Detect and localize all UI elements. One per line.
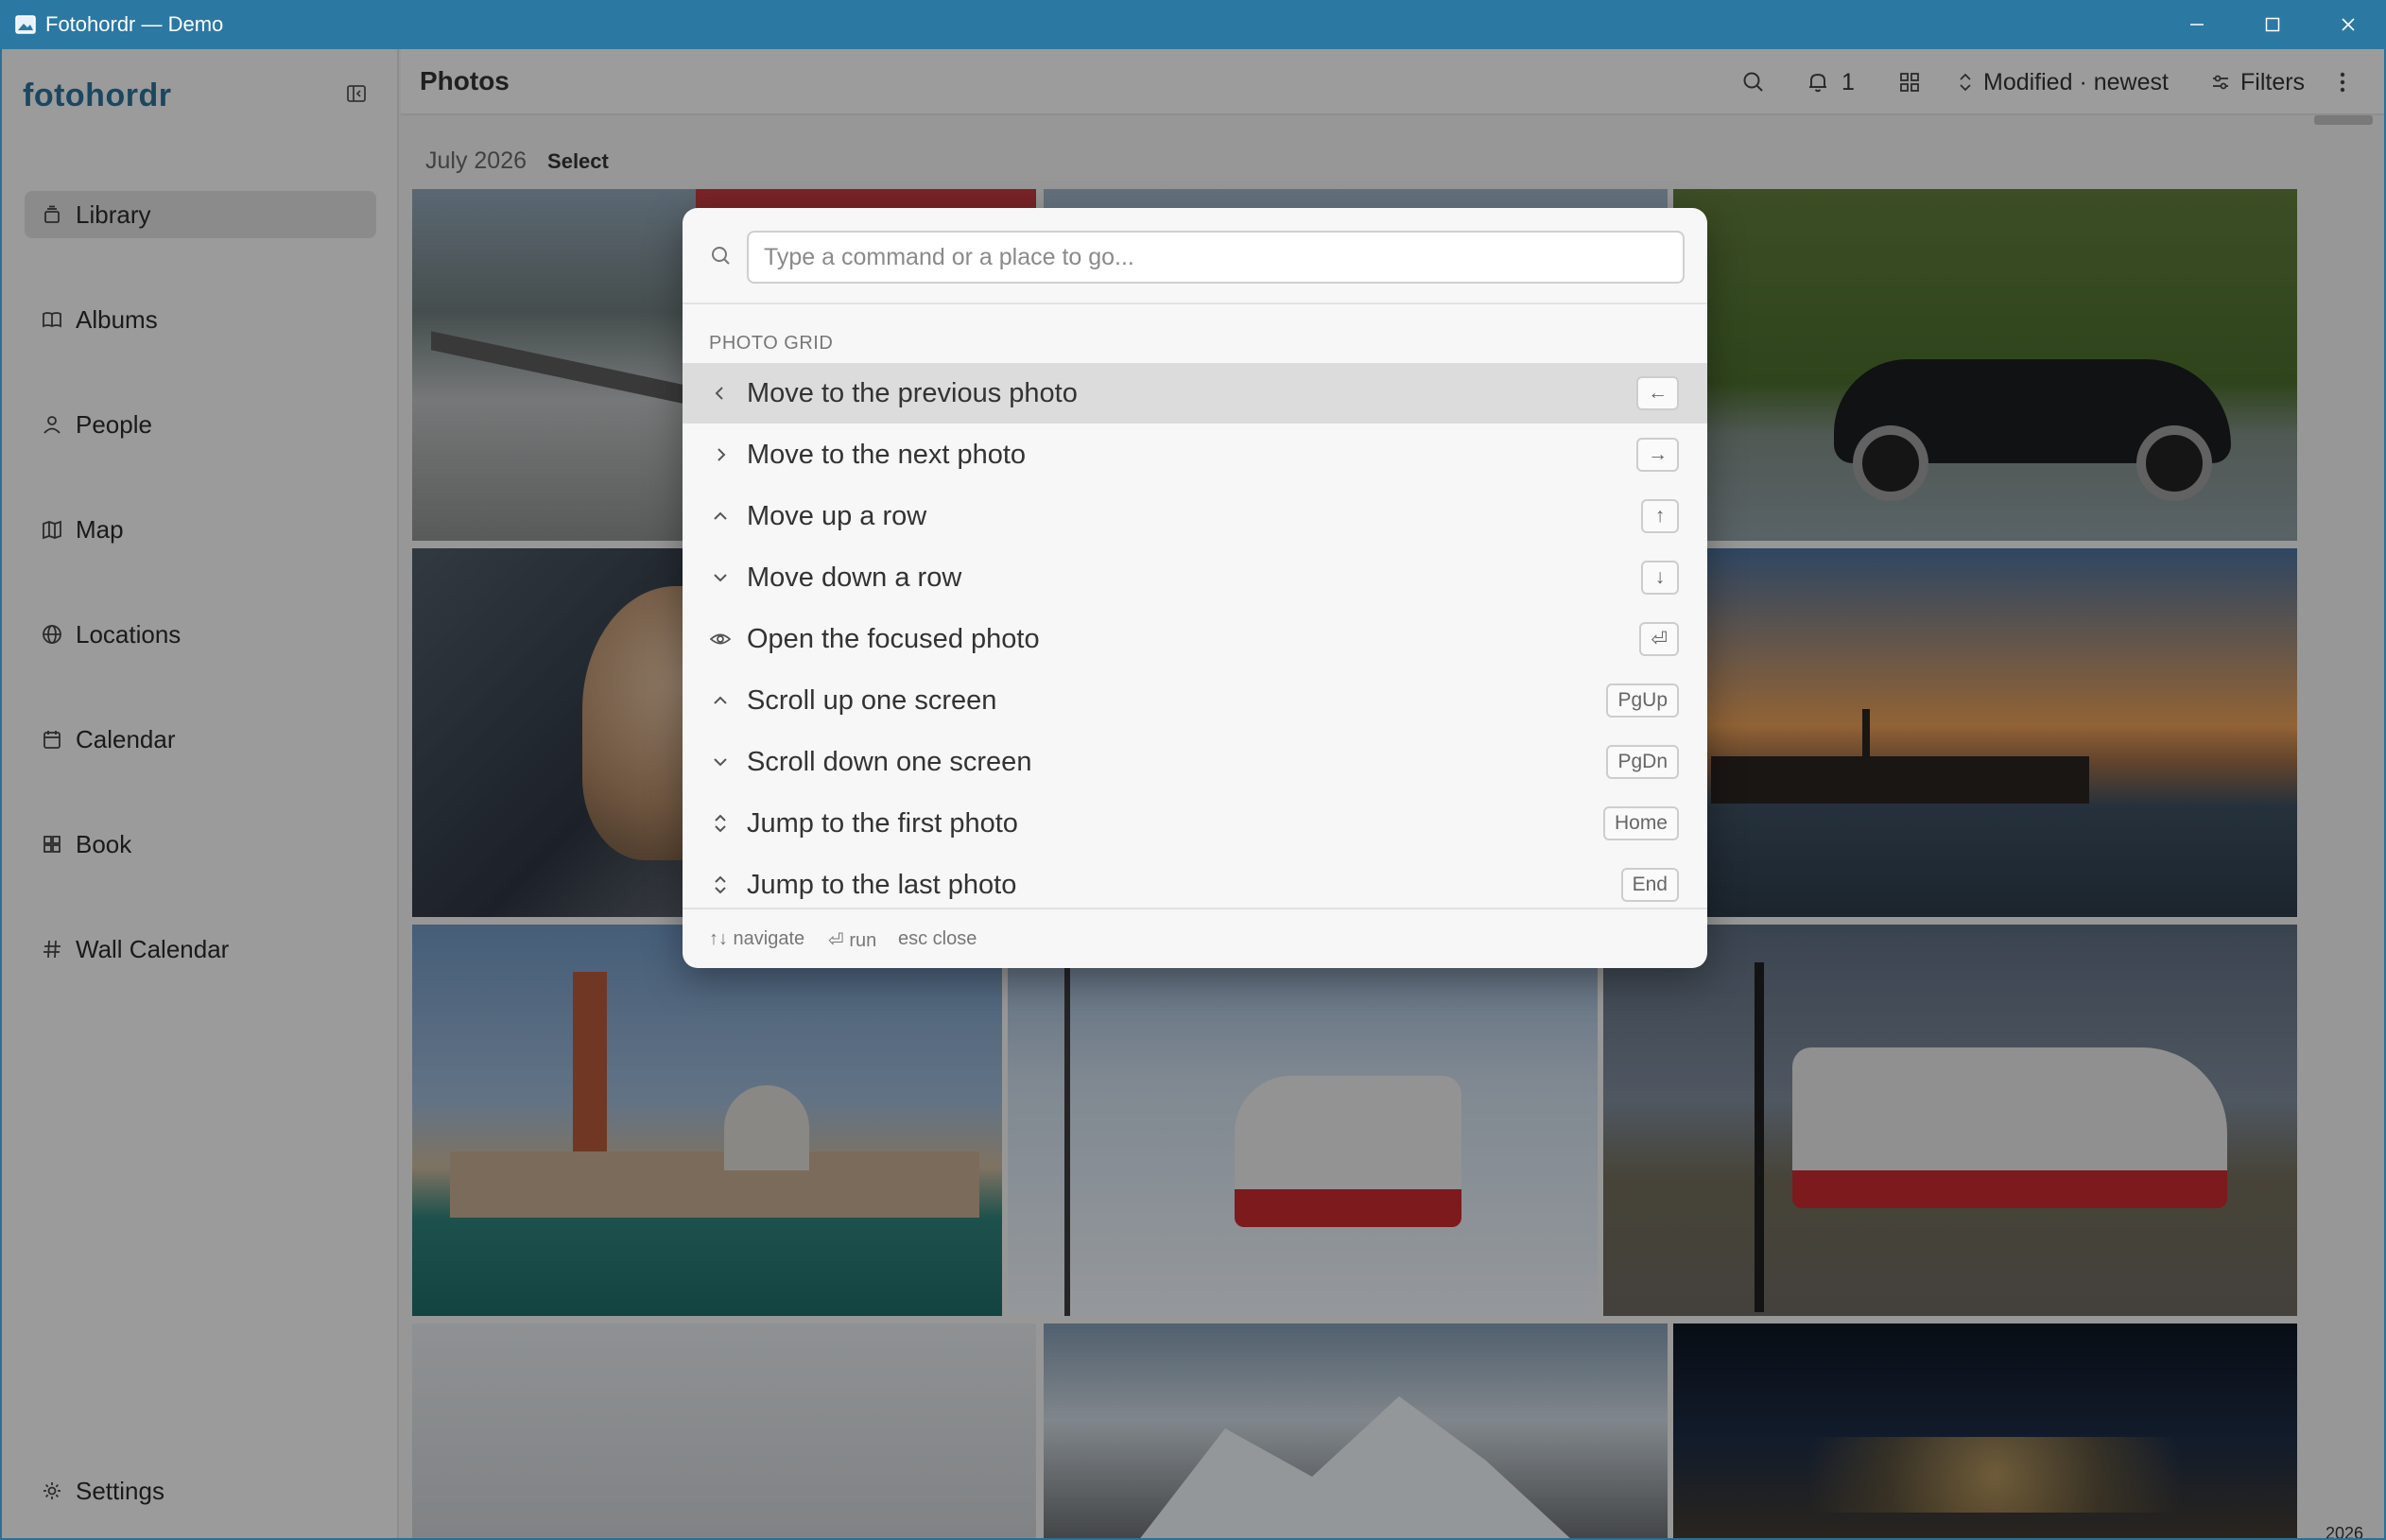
chevron-down-icon (709, 566, 732, 589)
minimize-button[interactable] (2159, 0, 2235, 49)
footer-navigate-hint: ↑↓ navigate (709, 928, 805, 949)
command-label: Move to the previous photo (747, 377, 1078, 408)
shortcut-key: PgDn (1606, 745, 1679, 779)
chevron-right-icon (709, 443, 732, 466)
command-label: Jump to the first photo (747, 807, 1018, 839)
shortcut-key: End (1620, 868, 1679, 902)
chevron-up-icon (709, 689, 732, 712)
footer-run-hint: ⏎ run (828, 930, 877, 951)
chevrons-up-down-icon (709, 874, 732, 896)
command-move-up-row[interactable]: Move up a row ↑ (683, 486, 1707, 546)
app-window: fotohordr Library Albums People Map Loca… (2, 49, 2384, 1538)
chevron-down-icon (709, 751, 732, 773)
chevron-up-icon (709, 505, 732, 528)
command-move-down-row[interactable]: Move down a row ↓ (683, 547, 1707, 608)
command-label: Move up a row (747, 500, 927, 531)
maximize-button[interactable] (2235, 0, 2310, 49)
palette-footer: ↑↓ navigate ⏎ run esc close (683, 908, 1707, 968)
app-photo-icon (15, 15, 36, 34)
close-button[interactable] (2310, 0, 2386, 49)
chevron-left-icon (709, 382, 732, 405)
minimize-icon (2190, 24, 2204, 26)
shortcut-key: Home (1602, 806, 1679, 840)
command-previous-photo[interactable]: Move to the previous photo ← (683, 363, 1707, 424)
command-scroll-up[interactable]: Scroll up one screen PgUp (683, 670, 1707, 731)
command-label: Scroll up one screen (747, 684, 997, 716)
window-titlebar: Fotohordr — Demo (0, 0, 2386, 49)
chevrons-up-down-icon (709, 812, 732, 835)
command-first-photo[interactable]: Jump to the first photo Home (683, 793, 1707, 854)
footer-close-hint: esc close (898, 928, 977, 949)
command-label: Move to the next photo (747, 439, 1027, 470)
command-scroll-down[interactable]: Scroll down one screen PgDn (683, 732, 1707, 792)
close-icon (2342, 18, 2355, 31)
maximize-icon (2265, 17, 2280, 32)
shortcut-key: ⏎ (1639, 622, 1679, 656)
palette-search-bar (683, 208, 1707, 304)
command-open-photo[interactable]: Open the focused photo ⏎ (683, 609, 1707, 669)
command-search-input[interactable] (747, 231, 1685, 284)
command-palette: PHOTO GRID Move to the previous photo ← … (683, 208, 1707, 968)
command-next-photo[interactable]: Move to the next photo → (683, 424, 1707, 485)
command-label: Open the focused photo (747, 623, 1040, 654)
eye-icon (709, 628, 732, 650)
section-heading: PHOTO GRID (709, 333, 834, 354)
shortcut-key: ↓ (1641, 561, 1679, 595)
command-label: Scroll down one screen (747, 746, 1032, 777)
window-title: Fotohordr — Demo (45, 12, 224, 36)
command-label: Jump to the last photo (747, 869, 1017, 900)
shortcut-key: → (1636, 438, 1679, 472)
search-icon (712, 247, 730, 265)
shortcut-key: ← (1636, 376, 1679, 410)
command-label: Move down a row (747, 562, 962, 593)
command-last-photo[interactable]: Jump to the last photo End (683, 855, 1707, 915)
shortcut-key: PgUp (1606, 683, 1679, 718)
shortcut-key: ↑ (1641, 499, 1679, 533)
